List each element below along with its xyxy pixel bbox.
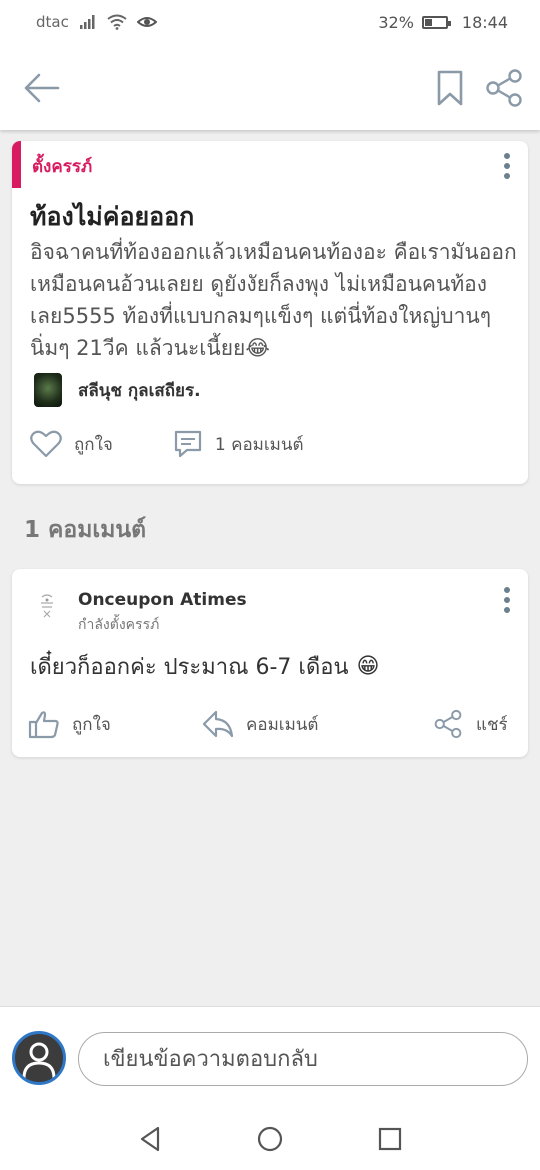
- comment-text: เดี๋ยวก็ออกค่ะ ประมาณ 6-7 เดือน 😁: [30, 649, 379, 684]
- clock: 18:44: [461, 12, 508, 32]
- comment-body: เดี๋ยวก็ออกค่ะ ประมาณ 6-7 เดือน: [30, 655, 349, 680]
- comments-heading: 1 คอมเมนต์: [24, 517, 147, 543]
- eye-icon: [136, 17, 157, 27]
- carrier-label: dtac: [36, 13, 69, 31]
- comment-share-label: แชร์: [476, 714, 508, 735]
- wifi-icon: [107, 14, 127, 30]
- battery-icon: [421, 15, 451, 29]
- author-name[interactable]: สลีนุช กุลเสถียร.: [78, 377, 201, 404]
- battery-percent: 32%: [378, 12, 414, 32]
- category-accent: [12, 141, 21, 188]
- post-like-button[interactable]: ถูกใจ: [30, 430, 113, 458]
- share-icon[interactable]: [484, 68, 524, 108]
- comment-card: Onceupon Atimes กำลังตั้งครรภ์ เดี๋ยวก็อ…: [12, 569, 528, 757]
- reply-input[interactable]: [78, 1032, 528, 1086]
- system-nav-bar: [0, 1108, 540, 1170]
- signal-icon: [79, 15, 95, 29]
- comment-actions: ถูกใจ คอมเมนต์ แชร์: [28, 709, 514, 743]
- author-avatar[interactable]: [34, 373, 62, 407]
- post-body: อิจฉาคนที่ท้องออกแล้วเหมือนคนท้องอะ คือเ…: [30, 240, 517, 360]
- comment-share-button[interactable]: แชร์: [432, 709, 508, 739]
- post-title: ท้องไม่ค่อยออก: [30, 202, 195, 231]
- reply-arrow-icon: [202, 710, 234, 738]
- post-author[interactable]: สลีนุช กุลเสถียร.: [34, 373, 201, 407]
- back-arrow-icon[interactable]: [22, 68, 62, 108]
- commenter-status: กำลังตั้งครรภ์: [78, 617, 160, 633]
- comment-like-button[interactable]: ถูกใจ: [28, 709, 111, 739]
- comment-bubble-icon: [174, 430, 201, 458]
- reply-bar: [0, 1006, 540, 1108]
- comment-more-icon[interactable]: [497, 585, 517, 615]
- comment-reply-button[interactable]: คอมเมนต์: [202, 709, 318, 739]
- comment-reply-label: คอมเมนต์: [246, 714, 319, 735]
- commenter-name[interactable]: Onceupon Atimes: [78, 590, 247, 610]
- grin-emoji-icon: 😁: [356, 654, 380, 679]
- share-icon: [434, 709, 462, 739]
- post-like-label: ถูกใจ: [74, 434, 113, 455]
- heart-icon: [30, 430, 62, 458]
- post-card: ตั้งครรภ์ ท้องไม่ค่อยออก อิจฉาคนที่ท้องอ…: [12, 141, 528, 484]
- commenter-avatar[interactable]: [34, 591, 60, 621]
- post-comment-count: 1 คอมเมนต์: [214, 434, 304, 455]
- user-avatar-icon[interactable]: [12, 1031, 66, 1085]
- home-circle-icon[interactable]: [255, 1124, 285, 1154]
- post-category[interactable]: ตั้งครรภ์: [32, 153, 92, 180]
- thumbs-up-icon: [28, 711, 59, 739]
- post-more-icon[interactable]: [497, 151, 517, 181]
- back-triangle-icon[interactable]: [136, 1124, 166, 1154]
- status-bar: dtac 32% 18:44: [0, 0, 540, 44]
- post-actions: ถูกใจ 1 คอมเมนต์: [30, 429, 304, 459]
- bookmark-icon[interactable]: [436, 68, 464, 108]
- app-bar: [0, 44, 540, 130]
- comment-like-label: ถูกใจ: [72, 714, 111, 735]
- post-comment-button[interactable]: 1 คอมเมนต์: [173, 429, 304, 459]
- recents-square-icon[interactable]: [375, 1124, 405, 1154]
